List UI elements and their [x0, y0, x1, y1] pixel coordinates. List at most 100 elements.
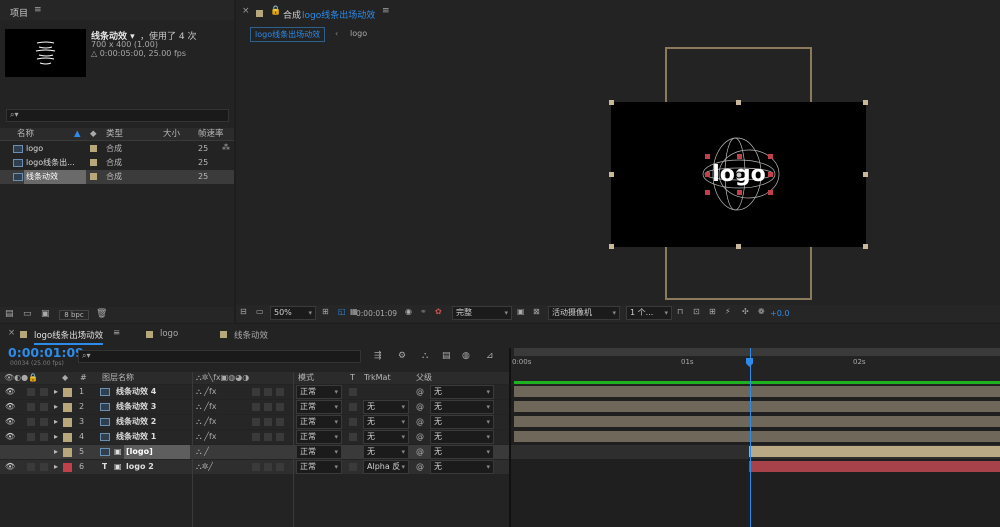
col-size[interactable]: 大小	[163, 128, 180, 141]
show-snapshot-icon[interactable]: ⚭	[420, 307, 427, 316]
layer-name[interactable]: [logo]	[124, 445, 190, 459]
bbox-handle[interactable]	[863, 100, 868, 105]
layer-bar[interactable]	[514, 386, 1000, 397]
tab-menu-icon[interactable]: ≡	[113, 328, 120, 338]
color-channel-icon[interactable]: ✿	[435, 307, 442, 316]
preserve-transparency[interactable]	[349, 403, 357, 411]
layer-switches-icon[interactable]: ⛬ ╱fx	[196, 430, 217, 444]
layer-label-color[interactable]	[63, 418, 72, 427]
lock-toggle[interactable]	[40, 418, 48, 426]
playhead-line[interactable]	[750, 348, 751, 527]
solo-toggle[interactable]	[27, 418, 35, 426]
mode-dropdown[interactable]: 正常 ▾	[296, 460, 342, 474]
lock-toggle[interactable]	[40, 448, 48, 456]
project-tab[interactable]: 项目	[10, 6, 28, 19]
layer-row-selected[interactable]: ▸ 5 ▣ [logo] ⛬ ╱ 正常 ▾ 无 ▾ @ 无 ▾	[0, 445, 510, 459]
viewer-comp-name[interactable]: logo线条出场动效	[302, 8, 375, 21]
mode-dropdown[interactable]: 正常 ▾	[296, 415, 342, 429]
trkmat-dropdown[interactable]: 无 ▾	[363, 430, 409, 444]
expand-arrow-icon[interactable]: ▸	[54, 400, 58, 414]
trkmat-dropdown[interactable]: 无 ▾	[363, 415, 409, 429]
fast-preview-icon[interactable]: ⚡	[725, 307, 731, 316]
time-ruler[interactable]: 0:00s 01s 02s	[510, 348, 1000, 370]
pickwhip-icon[interactable]: @	[416, 415, 424, 429]
frame-blend-icon[interactable]: ▤	[442, 351, 451, 361]
switch-box[interactable]	[252, 448, 260, 456]
close-icon[interactable]: ×	[242, 6, 250, 16]
layer-label-color[interactable]	[63, 403, 72, 412]
pixel-aspect-icon[interactable]: ⊞	[709, 307, 716, 316]
expand-arrow-icon[interactable]: ▸	[54, 385, 58, 399]
fit-icon[interactable]: ⊡	[693, 307, 700, 316]
flowchart-icon[interactable]: ⁂	[222, 143, 230, 152]
eye-icon[interactable]: 👁	[5, 415, 15, 429]
layer-name[interactable]: logo 2	[126, 460, 154, 474]
shy-icon[interactable]: ⛬	[422, 351, 428, 361]
layer-row[interactable]: 👁 ▸ 2 线条动效 3 ⛬ ╱fx 正常 ▾ 无 ▾ @ 无 ▾	[0, 400, 510, 414]
mode-dropdown[interactable]: 正常 ▾	[296, 385, 342, 399]
project-item[interactable]: logo线条出... 合成 25	[0, 156, 234, 170]
mode-dropdown[interactable]: 正常 ▾	[296, 400, 342, 414]
work-area-indicator[interactable]	[514, 381, 1000, 384]
work-area-bar[interactable]	[514, 348, 1000, 356]
preserve-transparency[interactable]	[349, 433, 357, 441]
layer-switches-icon[interactable]: ⛬ ╱fx	[196, 415, 217, 429]
trkmat-dropdown[interactable]: Alpha 反 ▾	[363, 460, 409, 474]
track-area[interactable]	[511, 348, 1000, 527]
pickwhip-icon[interactable]: @	[416, 460, 424, 474]
eye-icon[interactable]: 👁	[5, 430, 15, 444]
trkmat-dropdown[interactable]: 无 ▾	[363, 445, 409, 459]
eye-icon[interactable]: 👁	[5, 460, 15, 474]
quality-dropdown[interactable]: 完整 ▾	[452, 306, 512, 320]
layer-label-color[interactable]	[63, 388, 72, 397]
solo-toggle[interactable]	[27, 403, 35, 411]
zoom-dropdown[interactable]: 50% ▾	[270, 306, 316, 320]
new-comp-icon[interactable]: ▣	[41, 309, 50, 319]
bpc-button[interactable]: 8 bpc	[59, 310, 89, 320]
switch-box[interactable]	[276, 463, 284, 471]
views-dropdown[interactable]: 1 个... ▾	[626, 306, 672, 320]
bbox-handle[interactable]	[609, 100, 614, 105]
timeline-icon[interactable]: ✣	[742, 307, 749, 316]
exposure-value[interactable]: +0.0	[770, 309, 789, 318]
layer-row[interactable]: 👁 ▸ 1 线条动效 4 ⛬ ╱fx 正常 ▾ @ 无 ▾	[0, 385, 510, 399]
layer-bar[interactable]	[514, 401, 1000, 412]
eye-icon[interactable]: 👁	[5, 400, 15, 414]
breadcrumb-item-active[interactable]: logo线条出场动效	[250, 27, 326, 42]
bbox-handle[interactable]	[609, 244, 614, 249]
layer-bar[interactable]	[749, 461, 1000, 472]
new-folder-icon[interactable]: ▭	[23, 309, 32, 319]
resolution-icon[interactable]: ⊞	[322, 307, 329, 316]
label-tag-icon[interactable]: ◆	[90, 128, 97, 141]
col-name[interactable]: 名称	[17, 128, 34, 141]
switch-box[interactable]	[264, 403, 272, 411]
switch-box[interactable]	[276, 433, 284, 441]
solo-toggle[interactable]	[27, 388, 35, 396]
monitor-icon[interactable]: ▭	[256, 307, 264, 316]
parent-dropdown[interactable]: 无 ▾	[430, 460, 494, 474]
switch-box[interactable]	[264, 388, 272, 396]
camera-dropdown[interactable]: 活动摄像机 ▾	[548, 306, 620, 320]
switch-box[interactable]	[252, 418, 260, 426]
close-icon[interactable]: ×	[8, 328, 15, 338]
bbox-handle[interactable]	[609, 172, 614, 177]
parent-dropdown[interactable]: 无 ▾	[430, 385, 494, 399]
video-toggle[interactable]	[5, 448, 13, 456]
switch-box[interactable]	[276, 403, 284, 411]
current-timecode[interactable]: 0:00:01:09	[8, 345, 84, 360]
motion-blur-icon[interactable]: ◍	[462, 351, 470, 361]
switch-box[interactable]	[264, 433, 272, 441]
lock-toggle[interactable]	[40, 433, 48, 441]
parent-dropdown[interactable]: 无 ▾	[430, 445, 494, 459]
switch-box[interactable]	[264, 448, 272, 456]
roi-icon[interactable]: ◱	[338, 307, 346, 316]
lock-toggle[interactable]	[40, 463, 48, 471]
eye-icon[interactable]: 👁	[5, 385, 15, 399]
timeline-search-input[interactable]: ⌕▾	[78, 350, 361, 363]
preserve-transparency[interactable]	[349, 388, 357, 396]
region-icon[interactable]: ▣	[517, 307, 525, 316]
col-type[interactable]: 类型	[106, 128, 123, 141]
solo-toggle[interactable]	[27, 448, 35, 456]
mode-dropdown[interactable]: 正常 ▾	[296, 445, 342, 459]
parent-dropdown[interactable]: 无 ▾	[430, 415, 494, 429]
